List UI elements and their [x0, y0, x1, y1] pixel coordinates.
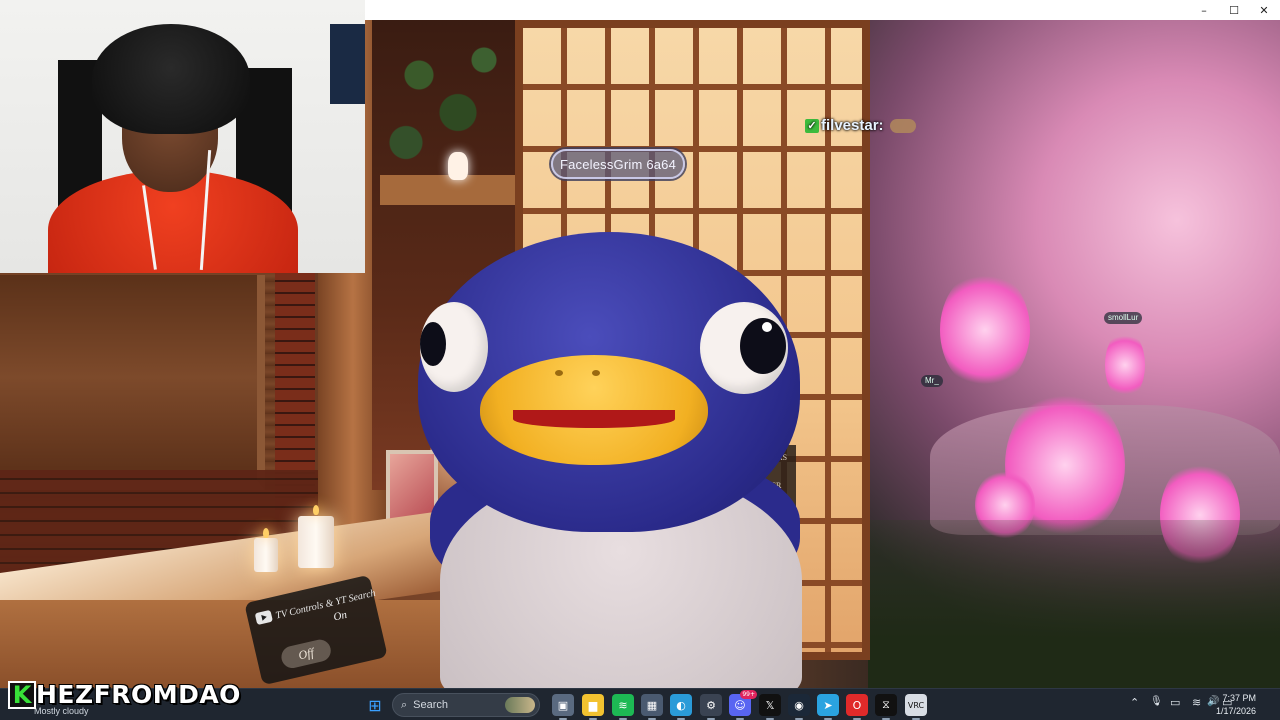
capcut-icon[interactable]: ⧖ — [875, 694, 897, 720]
verified-check-icon: ✓ — [805, 118, 819, 133]
candle-flame — [313, 505, 319, 515]
penguin-nostril — [555, 370, 563, 376]
vrchat-icon[interactable]: VRC — [905, 694, 927, 720]
taskbar-search-box[interactable]: ⌕ Search — [392, 693, 540, 717]
typing-bubble-icon — [889, 118, 916, 133]
wifi-icon[interactable]: ≋ — [1192, 696, 1201, 709]
steam-icon[interactable]: ◉ — [788, 694, 810, 720]
close-button[interactable]: ✕ — [1241, 0, 1280, 20]
fur-hat — [92, 24, 250, 134]
search-icon: ⌕ — [401, 698, 408, 711]
telegram-icon[interactable]: ➤ — [817, 694, 839, 720]
cat-figurine — [448, 152, 468, 180]
clock-date: 1/17/2026 — [1215, 706, 1256, 716]
display-icon[interactable]: ▭ — [1170, 696, 1180, 709]
opera-icon[interactable]: O — [846, 694, 868, 720]
store-icon[interactable]: ▦ — [641, 694, 663, 720]
file-explorer-icon[interactable]: ▆ — [582, 694, 604, 720]
streamer-watermark: K HEZFROMDAO — [8, 680, 241, 709]
search-placeholder: Search — [413, 699, 449, 711]
alcove-shelf — [380, 175, 515, 205]
tv-off-button[interactable]: Off — [279, 637, 333, 671]
clock-time: 7:37 PM — [1222, 693, 1256, 703]
watermark-logo: K — [8, 680, 36, 709]
spotify-icon[interactable]: ≋ — [612, 694, 634, 720]
webcam-overlay — [0, 0, 365, 273]
search-highlight-image — [505, 697, 535, 713]
tv-screen-panel — [0, 275, 265, 490]
x-icon[interactable]: 𝕏 — [759, 694, 781, 720]
tv-controls-title: TV Controls & YT Search — [274, 587, 377, 622]
candle-flame — [263, 528, 269, 538]
penguin-left-pupil — [420, 322, 446, 366]
tv-on-button[interactable]: On — [332, 609, 348, 624]
player-tag-distant: Mr_ — [921, 375, 943, 387]
wall-poster — [330, 24, 365, 104]
candle — [254, 538, 278, 572]
blossom-cluster — [940, 270, 1030, 390]
discord-icon[interactable]: ☺ 99+ — [729, 690, 757, 720]
window-titlebar[interactable]: – ☐ ✕ — [365, 0, 1280, 20]
penguin-mouth — [513, 410, 675, 428]
garden-foliage — [868, 520, 1280, 688]
taskbar-clock[interactable]: 7:37 PM 1/17/2026 — [1216, 692, 1256, 718]
hanging-vines — [380, 30, 510, 180]
tray-chevron-icon[interactable]: ⌃ — [1130, 696, 1139, 709]
chat-username: filvestar: — [821, 117, 884, 134]
player-nameplate[interactable]: FacelessGrim 6a64 — [551, 149, 685, 179]
microphone-icon[interactable]: 🎙 — [1150, 696, 1163, 707]
penguin-eye-glint — [762, 322, 772, 332]
chat-username-tag: ✓ filvestar: — [805, 117, 916, 134]
watermark-text: HEZFROMDAO — [36, 680, 241, 709]
youtube-icon — [254, 609, 273, 626]
penguin-nostril — [592, 370, 600, 376]
edge-icon[interactable]: ◐ — [670, 694, 692, 720]
player-tag-distant: smollLur — [1104, 312, 1143, 324]
settings-icon[interactable]: ⚙ — [700, 694, 722, 720]
windows-start-icon[interactable]: ⊞ — [364, 694, 386, 716]
blossom-cluster — [1105, 330, 1145, 400]
vrchat-game-viewport[interactable]: MIRRORS HQ PLAYER ONLY FacelessGrim 6a64… — [0, 0, 1280, 688]
notification-badge: 99+ — [740, 690, 757, 699]
task-view-icon[interactable]: ▣ — [552, 694, 574, 720]
candle — [298, 516, 334, 568]
